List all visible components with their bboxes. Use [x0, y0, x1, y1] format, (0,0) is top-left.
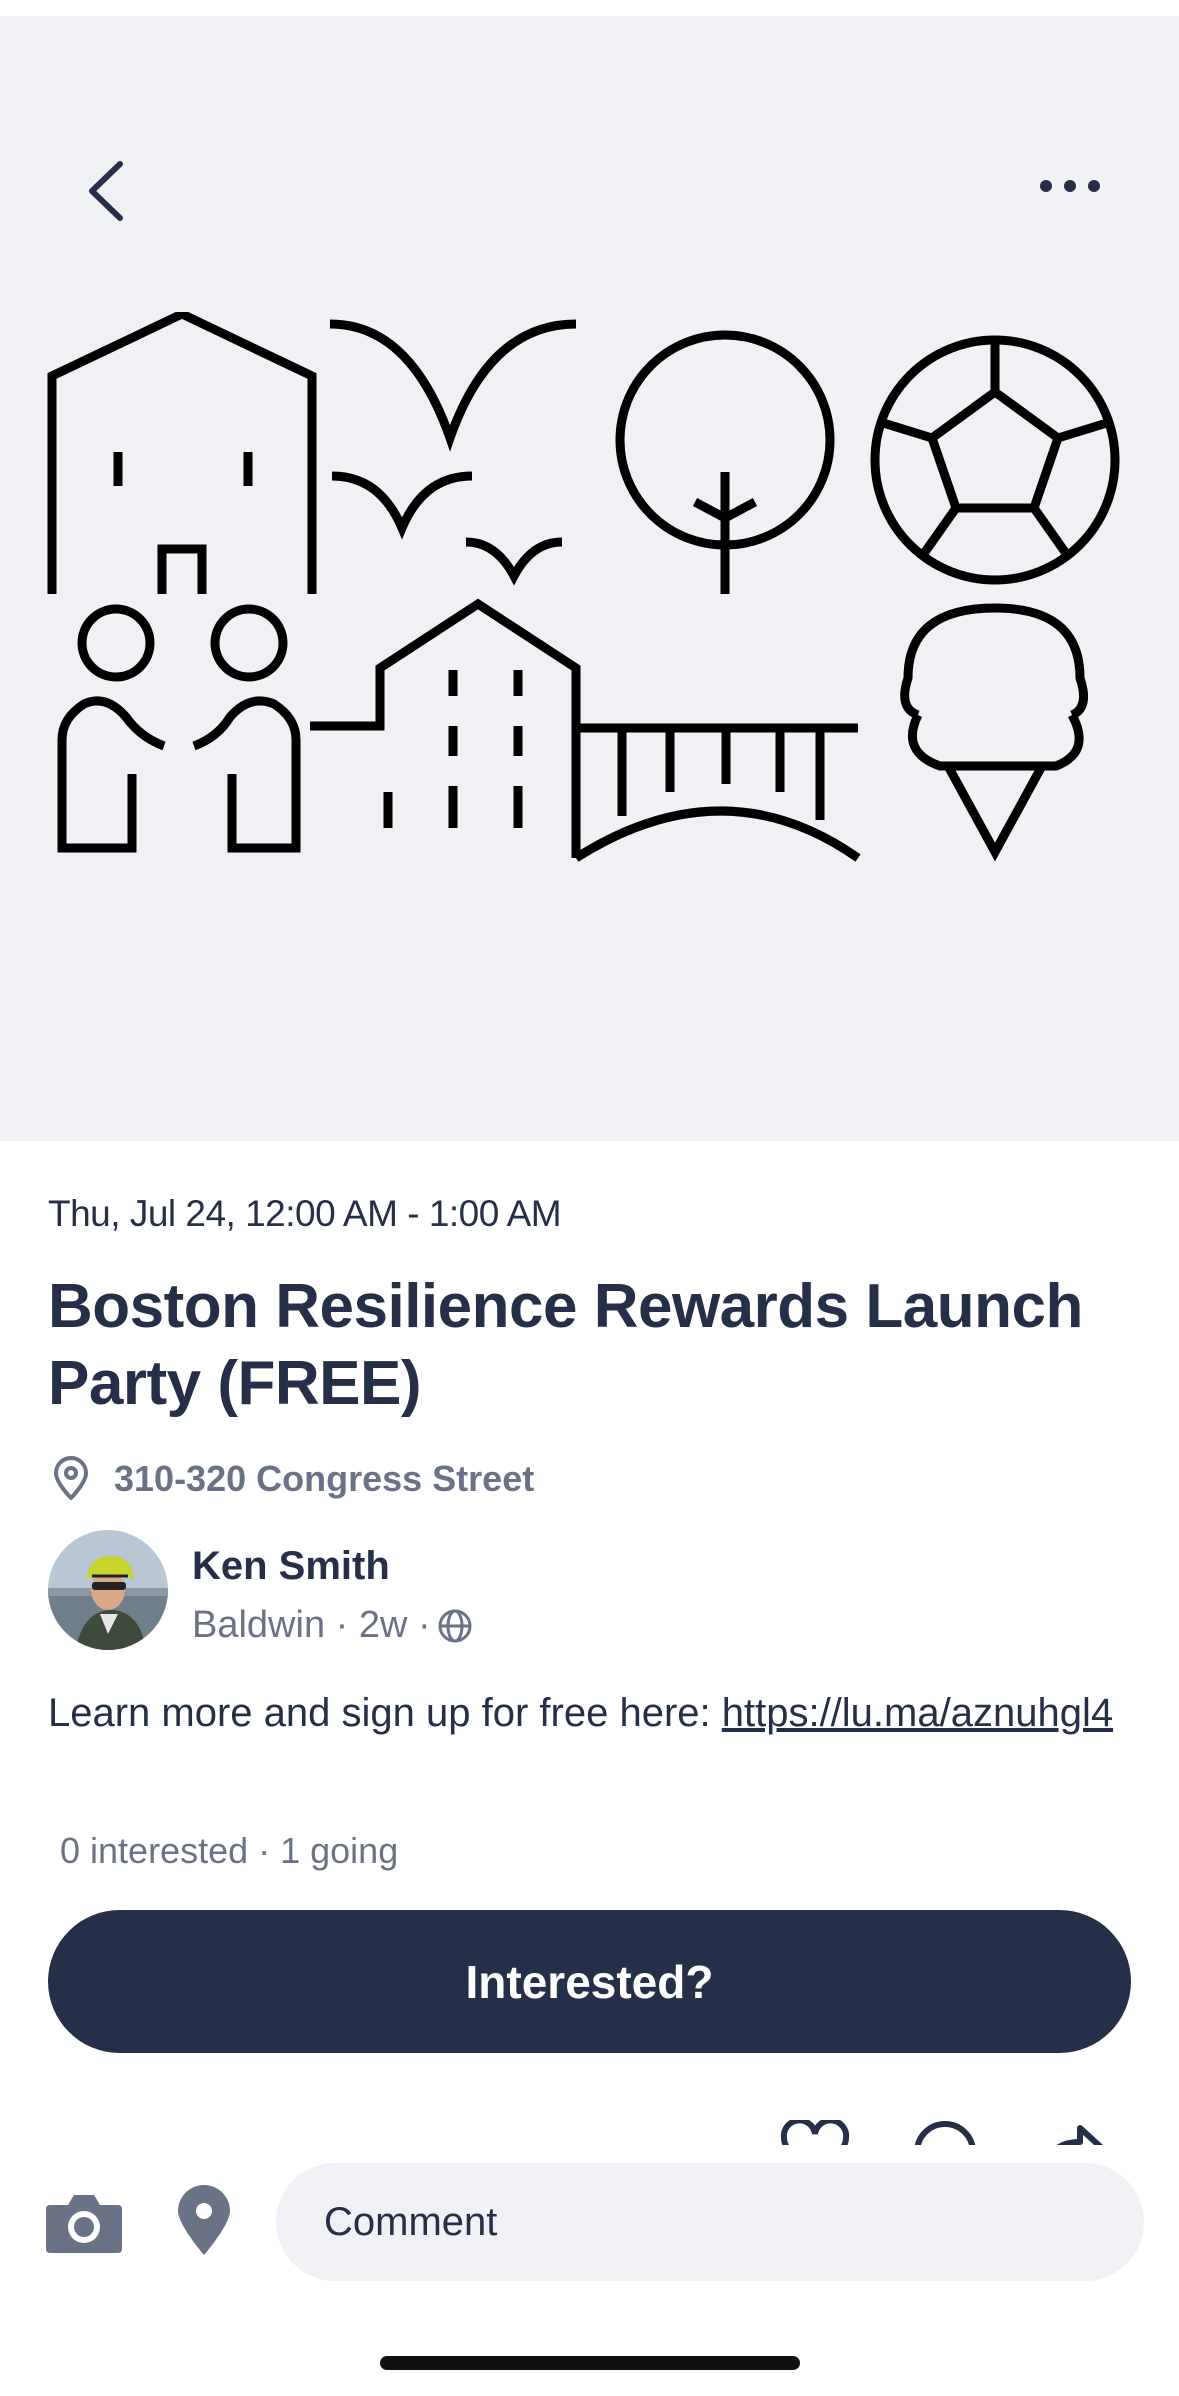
camera-icon[interactable]	[44, 2189, 124, 2255]
author-name[interactable]: Ken Smith	[192, 1544, 390, 1589]
rsvp-counts: 0 interested · 1 going	[60, 1830, 399, 1871]
post-actions	[760, 2110, 1160, 2150]
post-body: Learn more and sign up for free here: ht…	[48, 1686, 1138, 1740]
author-meta: Baldwin · 2w ·	[192, 1604, 473, 1647]
globe-icon	[438, 1609, 472, 1642]
location-text: 310-320 Congress Street	[114, 1458, 535, 1499]
post-link[interactable]: https://lu.ma/aznuhgl4	[722, 1691, 1113, 1735]
interested-button[interactable]: Interested?	[48, 1910, 1131, 2053]
comment-bar: Comment	[0, 2145, 1179, 2305]
city-illustration	[47, 312, 1120, 862]
comment-input[interactable]: Comment	[276, 2163, 1144, 2281]
home-indicator	[380, 2356, 800, 2370]
post-text: Learn more and sign up for free here:	[48, 1691, 722, 1735]
avatar[interactable]	[48, 1530, 168, 1650]
location-icon[interactable]	[176, 2185, 232, 2257]
author-meta-text: Baldwin · 2w ·	[192, 1604, 431, 1646]
map-pin-icon	[54, 1456, 88, 1500]
event-title: Boston Resilience Rewards Launch Party (…	[48, 1272, 1083, 1418]
more-options-icon[interactable]	[1030, 166, 1110, 206]
event-location[interactable]: 310-320 Congress Street	[48, 1456, 534, 1502]
event-hero-image	[0, 16, 1179, 1141]
event-date: Thu, Jul 24, 12:00 AM - 1:00 AM	[48, 1193, 562, 1234]
back-icon[interactable]	[78, 156, 138, 226]
